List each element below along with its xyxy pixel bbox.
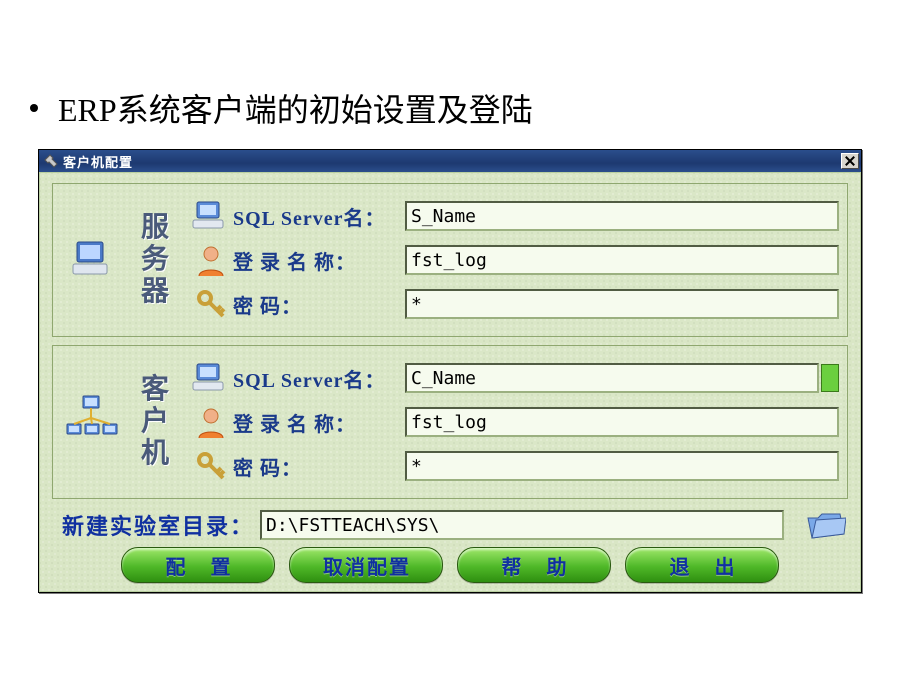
dir-input[interactable]: D:\FSTTEACH\SYS\ (260, 510, 784, 540)
server-heading: 服务器 (121, 212, 189, 309)
exit-button[interactable]: 退 出 (625, 547, 779, 583)
config-button-label: 配 置 (156, 551, 241, 580)
server-panel: 服务器 SQL Server名： S_Name (52, 183, 848, 337)
cancel-config-button[interactable]: 取消配置 (289, 547, 443, 583)
folder-browse-button[interactable] (802, 507, 848, 543)
bullet-icon (30, 104, 38, 112)
dir-label: 新建实验室目录： (62, 509, 254, 541)
server-sql-icon (189, 196, 233, 236)
titlebar: 客户机配置 (39, 150, 861, 172)
close-button[interactable] (841, 153, 859, 169)
server-pwd-input[interactable]: * (405, 289, 839, 319)
server-user-icon (189, 240, 233, 280)
client-panel: 客户机 SQL Server名： C_Name (52, 345, 848, 499)
help-button-label: 帮 助 (492, 551, 577, 580)
cancel-config-button-label: 取消配置 (321, 551, 411, 580)
client-sql-label: SQL Server名： (233, 364, 405, 393)
client-sql-icon (189, 358, 233, 398)
client-heading: 客户机 (121, 374, 189, 471)
server-computer-icon (67, 234, 115, 287)
server-login-input[interactable]: fst_log (405, 245, 839, 275)
client-login-input[interactable]: fst_log (405, 407, 839, 437)
server-key-icon (189, 284, 233, 324)
client-login-label: 登 录 名 称： (233, 408, 405, 437)
server-sql-input[interactable]: S_Name (405, 201, 839, 231)
client-pwd-label: 密 码： (233, 452, 405, 481)
server-pwd-label: 密 码： (233, 290, 405, 319)
client-user-icon (189, 402, 233, 442)
client-sql-picker-button[interactable] (821, 364, 839, 392)
client-network-icon (63, 392, 119, 453)
client-key-icon (189, 446, 233, 486)
client-sql-input[interactable]: C_Name (405, 363, 819, 393)
config-window: 客户机配置 服 (38, 149, 862, 593)
config-button[interactable]: 配 置 (121, 547, 275, 583)
slide-bullet-text: ERP系统客户端的初始设置及登陆 (58, 85, 533, 131)
client-pwd-input[interactable]: * (405, 451, 839, 481)
app-icon (43, 153, 59, 169)
help-button[interactable]: 帮 助 (457, 547, 611, 583)
window-title: 客户机配置 (63, 152, 841, 171)
exit-button-label: 退 出 (660, 551, 745, 580)
server-login-label: 登 录 名 称： (233, 246, 405, 275)
server-sql-label: SQL Server名： (233, 202, 405, 231)
